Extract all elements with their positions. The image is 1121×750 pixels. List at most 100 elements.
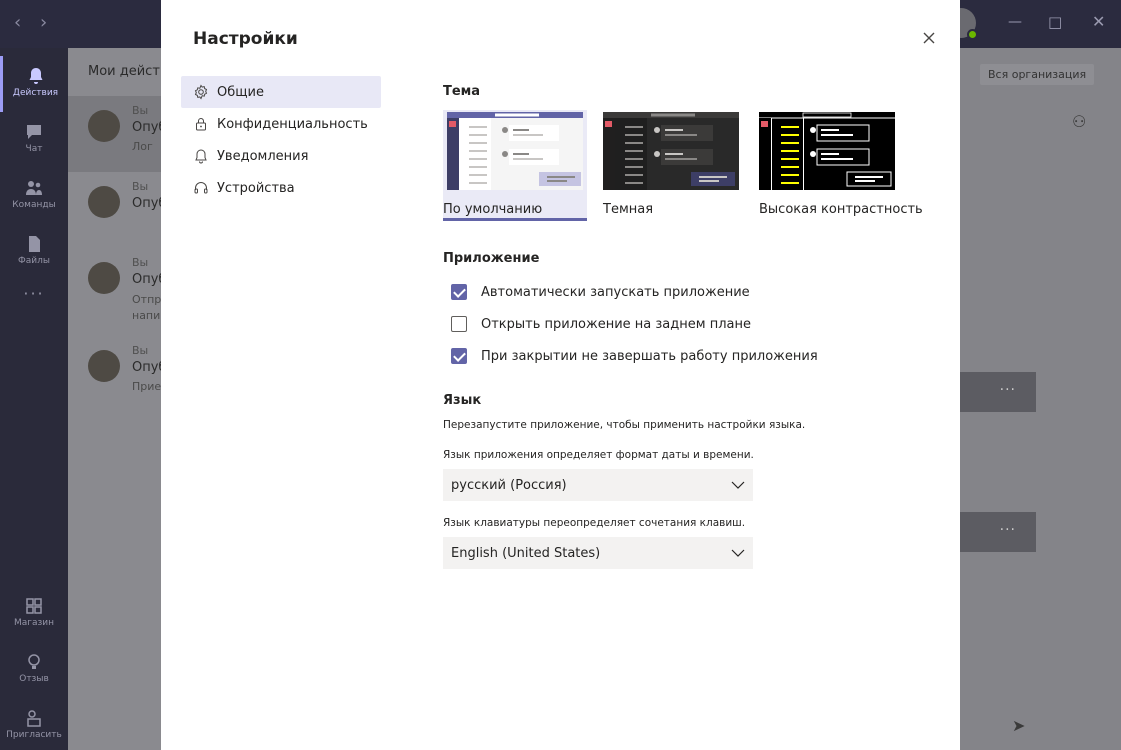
nav-item-label: Уведомления xyxy=(217,148,309,164)
lightbulb-icon xyxy=(28,654,40,669)
close-icon[interactable] xyxy=(917,26,941,50)
app-rail: Действия Чат Команды Файлы ··· Магазин О… xyxy=(0,48,68,750)
feed-card[interactable]: ··· xyxy=(960,372,1036,412)
bell-icon xyxy=(195,149,207,164)
keyboard-language-hint: Язык клавиатуры переопределяет сочетания… xyxy=(443,517,746,529)
checkbox-label: Открыть приложение на заднем плане xyxy=(481,316,751,332)
checkbox-label: При закрытии не завершать работу приложе… xyxy=(481,348,818,364)
settings-nav: Общие Конфиденциальность Уведомления Уст… xyxy=(181,76,381,204)
language-heading: Язык xyxy=(443,393,482,408)
nav-item-label: Устройства xyxy=(217,180,295,196)
open-in-background-checkbox[interactable] xyxy=(451,316,467,332)
rail-label: Отзыв xyxy=(19,674,49,684)
app-heading: Приложение xyxy=(443,251,540,266)
list-item-subtitle: Лог xyxy=(132,140,153,153)
list-item[interactable]: Вы Опуб Лог xyxy=(68,96,168,172)
avatar xyxy=(88,350,120,382)
keyboard-language-value: English (United States) xyxy=(451,545,601,561)
activity-list-header: Мои действ xyxy=(88,64,168,79)
store-icon xyxy=(26,598,42,614)
keyboard-language-dropdown[interactable]: English (United States) xyxy=(443,537,753,569)
app-language-dropdown[interactable]: русский (Россия) xyxy=(443,469,753,501)
rail-item-files[interactable]: Файлы xyxy=(0,224,68,280)
rail-label: Команды xyxy=(12,200,56,210)
rail-item-invite[interactable]: Пригласить xyxy=(0,698,68,750)
theme-option-high-contrast[interactable]: Высокая контрастность xyxy=(759,112,923,217)
checkbox-label: Автоматически запускать приложение xyxy=(481,284,750,300)
dialog-title: Настройки xyxy=(193,29,298,49)
list-item[interactable]: Вы Опуб xyxy=(68,172,168,248)
people-icon[interactable]: ⚇ xyxy=(1072,112,1086,131)
forward-arrow-icon[interactable]: › xyxy=(40,12,47,33)
restart-hint: Перезапустите приложение, чтобы применит… xyxy=(443,419,806,431)
theme-preview-default xyxy=(447,112,583,190)
rail-label: Действия xyxy=(12,88,59,98)
chat-icon xyxy=(27,125,41,139)
nav-item-label: Общие xyxy=(217,84,264,100)
list-item-author: Вы xyxy=(132,344,149,357)
avatar xyxy=(88,110,120,142)
keep-running-checkbox-row[interactable]: При закрытии не завершать работу приложе… xyxy=(451,346,818,366)
teams-icon xyxy=(26,181,42,195)
nav-item-devices[interactable]: Устройства xyxy=(181,172,381,204)
more-icon: ··· xyxy=(23,284,45,303)
rail-label: Файлы xyxy=(18,256,50,266)
theme-option-dark[interactable]: Темная xyxy=(603,112,739,217)
maximize-icon[interactable]: □ xyxy=(1048,13,1062,31)
back-arrow-icon[interactable]: ‹ xyxy=(14,12,21,33)
theme-option-default[interactable]: По умолчанию xyxy=(443,112,583,217)
more-icon[interactable]: ··· xyxy=(1000,522,1016,538)
app-language-hint: Язык приложения определяет формат даты и… xyxy=(443,449,754,461)
window-close-icon[interactable]: ✕ xyxy=(1092,12,1105,31)
theme-preview-high-contrast xyxy=(759,112,895,190)
rail-item-store[interactable]: Магазин xyxy=(0,586,68,642)
lock-icon xyxy=(196,118,206,131)
rail-item-feedback[interactable]: Отзыв xyxy=(0,642,68,698)
presence-dot xyxy=(967,29,978,40)
open-in-background-checkbox-row[interactable]: Открыть приложение на заднем плане xyxy=(451,314,751,334)
list-item[interactable]: Вы Опуб Отпр напи xyxy=(68,248,168,324)
theme-option-label: По умолчанию xyxy=(443,202,543,217)
rail-item-activity[interactable]: Действия xyxy=(0,56,68,112)
rail-item-chat[interactable]: Чат xyxy=(0,112,68,168)
minimize-icon[interactable]: — xyxy=(1008,14,1022,30)
list-item-author: Вы xyxy=(132,180,149,193)
nav-item-notifications[interactable]: Уведомления xyxy=(181,140,381,172)
app-language-value: русский (Россия) xyxy=(451,477,567,493)
theme-option-label: Высокая контрастность xyxy=(759,202,923,217)
theme-selected-indicator xyxy=(443,218,587,221)
list-item[interactable]: Вы Опуб Прие xyxy=(68,336,168,412)
nav-item-general[interactable]: Общие xyxy=(181,76,381,108)
list-item-author: Вы xyxy=(132,256,149,269)
theme-heading: Тема xyxy=(443,84,481,99)
theme-option-label: Темная xyxy=(603,202,654,217)
headset-icon xyxy=(194,182,208,194)
invite-icon xyxy=(27,710,41,727)
theme-preview-dark xyxy=(603,112,739,190)
auto-start-checkbox-row[interactable]: Автоматически запускать приложение xyxy=(451,282,750,302)
rail-label: Чат xyxy=(25,144,43,154)
auto-start-checkbox[interactable] xyxy=(451,284,467,300)
gear-icon xyxy=(194,84,208,100)
chevron-down-icon xyxy=(731,549,745,557)
chevron-down-icon xyxy=(731,481,745,489)
more-icon[interactable]: ··· xyxy=(1000,382,1016,398)
rail-label: Магазин xyxy=(13,618,55,628)
settings-dialog: Настройки Общие Конфиденциальность Уведо… xyxy=(161,0,960,750)
list-item-subtitle: Прие xyxy=(132,380,162,393)
rail-item-teams[interactable]: Команды xyxy=(0,168,68,224)
avatar xyxy=(88,262,120,294)
rail-more-button[interactable]: ··· xyxy=(0,284,68,340)
rail-label: Пригласить xyxy=(6,730,62,740)
file-icon xyxy=(29,236,40,252)
feed-card[interactable]: ··· xyxy=(960,512,1036,552)
list-item-subtitle: Отпр напи xyxy=(132,293,162,322)
send-icon[interactable]: ➤ xyxy=(1012,716,1025,735)
nav-item-privacy[interactable]: Конфиденциальность xyxy=(181,108,381,140)
avatar xyxy=(88,186,120,218)
bell-icon xyxy=(29,68,42,84)
org-filter-button[interactable]: Вся организация xyxy=(980,64,1095,85)
list-item-author: Вы xyxy=(132,104,149,117)
keep-running-checkbox[interactable] xyxy=(451,348,467,364)
nav-item-label: Конфиденциальность xyxy=(217,116,368,132)
